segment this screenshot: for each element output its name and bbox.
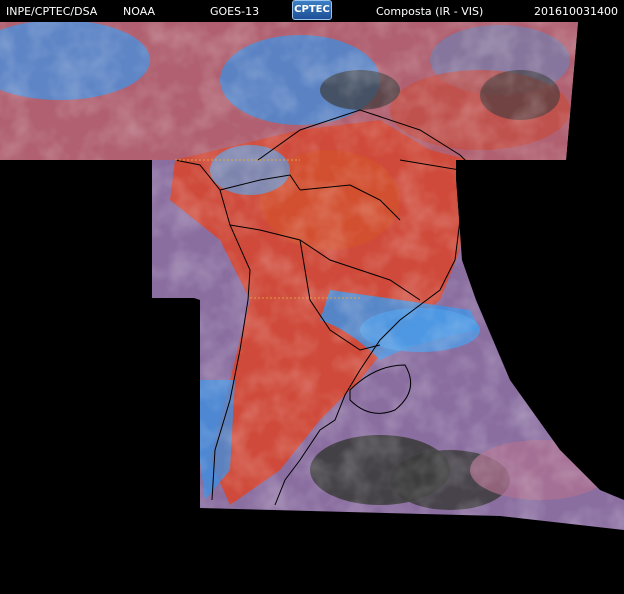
product-label: Composta (IR - VIS) [376,5,484,18]
image-swath [0,22,624,530]
satellite-image-frame: INPE/CPTEC/DSA NOAA GOES-13 CPTEC Compos… [0,0,624,594]
satellite-label: GOES-13 [210,5,260,18]
satellite-composite-map [0,22,624,530]
agency-label: NOAA [123,5,156,18]
source-label: INPE/CPTEC/DSA [6,5,98,18]
timestamp-label: 201610031400 [534,5,618,18]
cptec-logo: CPTEC [292,0,332,20]
image-header: INPE/CPTEC/DSA NOAA GOES-13 CPTEC Compos… [0,0,624,22]
